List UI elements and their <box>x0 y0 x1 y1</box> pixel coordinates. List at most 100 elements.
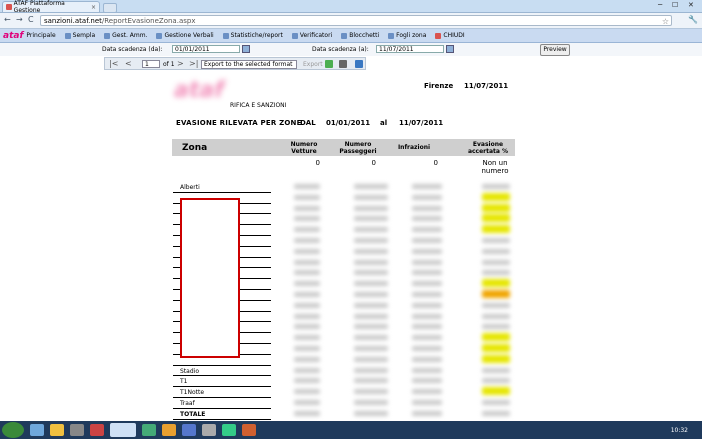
taskbar-app-icon[interactable] <box>142 424 156 436</box>
taskbar-app-icon[interactable] <box>70 424 84 436</box>
menu-item-blocchetti[interactable]: Blocchetti <box>341 32 379 39</box>
calendar-icon[interactable] <box>242 45 250 53</box>
menu-item-fogli-zona[interactable]: Fogli zona <box>388 32 426 39</box>
new-tab-button[interactable] <box>103 3 117 13</box>
bookmark-star-icon[interactable]: ☆ <box>662 17 669 26</box>
blurred-cell <box>412 184 442 189</box>
blurred-cell <box>412 238 442 243</box>
blurred-cell <box>412 270 442 276</box>
report-al-label: al <box>380 119 388 127</box>
zone-row: T1Notte <box>173 387 271 398</box>
redaction-box <box>180 198 240 358</box>
taskbar-app-icon[interactable] <box>222 424 236 436</box>
export-link[interactable]: Export <box>303 61 323 68</box>
blurred-cell <box>354 367 388 373</box>
first-page-icon[interactable]: |< <box>109 59 118 68</box>
reload-icon[interactable]: C <box>28 15 34 24</box>
blurred-cell <box>354 378 388 384</box>
ie-icon[interactable] <box>30 424 44 436</box>
blurred-cell <box>482 302 510 308</box>
menu-item-gestione-verbali[interactable]: Gestione Verbali <box>156 32 214 39</box>
taskbar-app-icon[interactable] <box>162 424 176 436</box>
last-page-icon[interactable]: >| <box>189 59 198 68</box>
previous-page-icon[interactable]: < <box>125 59 132 68</box>
blurred-cell <box>294 400 320 405</box>
page-number-input[interactable]: 1 <box>142 60 160 68</box>
blurred-cell <box>482 367 510 373</box>
menu-item-statistiche[interactable]: Statistiche/report <box>222 32 283 39</box>
print-icon[interactable] <box>339 60 347 68</box>
blurred-cell <box>482 333 510 342</box>
blurred-cell <box>482 400 510 405</box>
date-from-input[interactable]: 01/01/2011 <box>172 45 240 53</box>
blurred-cell <box>294 238 320 243</box>
tab-close-icon[interactable]: × <box>91 4 96 11</box>
date-to-label: Data scadenza (a): <box>312 46 369 53</box>
blurred-cell <box>294 184 320 189</box>
menu-item-principale[interactable]: Principale <box>26 32 55 39</box>
forward-arrow-icon[interactable]: → <box>16 15 23 24</box>
calendar-icon[interactable] <box>446 45 454 53</box>
taskbar-app-icon[interactable] <box>90 424 104 436</box>
first-row-vetture: 0 <box>315 159 320 167</box>
maximize-button[interactable]: ☐ <box>672 1 678 9</box>
blurred-cell <box>354 302 388 308</box>
menu-item-chiudi[interactable]: CHIUDI <box>435 32 465 39</box>
blurred-cell <box>412 378 442 384</box>
report-date-from: 01/01/2011 <box>326 119 371 127</box>
system-clock: 10:32 <box>670 426 688 434</box>
browser-tab[interactable]: ATAF Piattaforma Gestione × <box>2 0 100 14</box>
column-zona: Zona <box>182 143 208 153</box>
blurred-cell <box>412 335 442 341</box>
wrench-menu-icon[interactable]: 🔧 <box>688 15 698 24</box>
taskbar-app-icon[interactable] <box>242 424 256 436</box>
blurred-cell <box>412 356 442 362</box>
taskbar-app-icon[interactable] <box>182 424 196 436</box>
column-evasione: Evasione accertata % <box>467 141 509 155</box>
blurred-cell <box>412 281 442 287</box>
blurred-cell <box>354 227 388 233</box>
folder-icon[interactable] <box>50 424 64 436</box>
preview-button[interactable]: Preview <box>540 44 570 56</box>
url-input[interactable]: sanzioni.ataf.net /ReportEvasioneZona.as… <box>40 15 672 26</box>
blurred-cell <box>412 324 442 330</box>
blurred-cell <box>354 335 388 341</box>
date-to-input[interactable]: 11/07/2011 <box>376 45 444 53</box>
blurred-cell <box>354 194 388 200</box>
blurred-cell <box>412 367 442 373</box>
first-row-passeggeri: 0 <box>371 159 376 167</box>
back-arrow-icon[interactable]: ← <box>4 15 11 24</box>
blocchetti-icon <box>341 32 348 39</box>
blurred-cell <box>482 344 510 352</box>
close-window-button[interactable]: ✕ <box>688 1 694 9</box>
blurred-cell <box>482 184 510 189</box>
report-dal-label: DAL <box>300 119 316 127</box>
view-options-icon[interactable] <box>355 60 363 68</box>
blurred-cell <box>294 356 320 362</box>
menu-item-gest-amm[interactable]: Gest. Amm. <box>104 32 147 39</box>
next-page-icon[interactable]: > <box>177 59 184 68</box>
blurred-cell <box>354 389 388 395</box>
menu-item-sempla[interactable]: Sempla <box>64 32 95 39</box>
menu-item-label: Gest. Amm. <box>112 32 148 39</box>
menu-item-verificatori[interactable]: Verificatori <box>291 32 332 39</box>
ataf-logo: ataf <box>3 30 24 41</box>
start-button[interactable] <box>2 422 24 438</box>
minimize-button[interactable]: ─ <box>658 1 662 9</box>
blurred-cell <box>294 270 320 276</box>
zone-row: Stadio <box>173 366 271 377</box>
chrome-taskbar-button[interactable] <box>110 423 136 437</box>
refresh-icon[interactable] <box>325 60 333 68</box>
blurred-cell <box>482 290 510 298</box>
blurred-cell <box>354 270 388 276</box>
blurred-cell <box>294 281 320 287</box>
taskbar-app-icon[interactable] <box>202 424 216 436</box>
blurred-cell <box>294 302 320 308</box>
report-title: EVASIONE RILEVATA PER ZONE <box>176 119 302 127</box>
admin-icon <box>104 32 111 39</box>
export-format-select[interactable]: Export to the selected format <box>201 60 297 69</box>
blurred-cell <box>354 205 388 211</box>
menu-item-label: Fogli zona <box>396 32 427 39</box>
blurred-cell <box>482 387 510 396</box>
blurred-values-area <box>276 178 516 418</box>
